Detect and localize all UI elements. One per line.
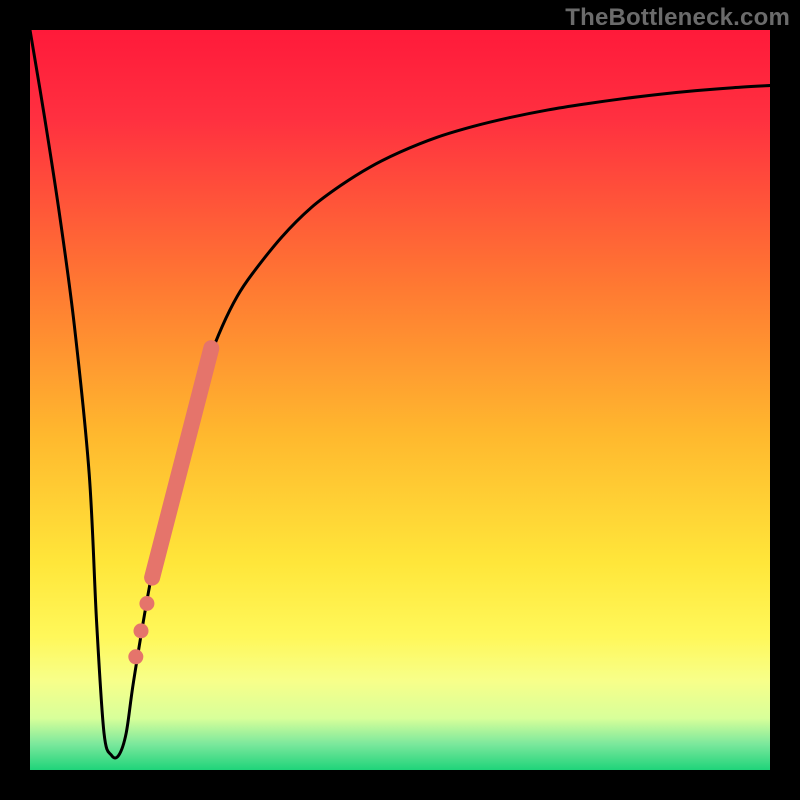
watermark-text: TheBottleneck.com [565,4,790,32]
chart-frame: TheBottleneck.com [0,0,800,800]
highlight-dot [139,596,154,611]
plot-svg [30,30,770,770]
plot-area [30,30,770,770]
highlight-dot [128,649,143,664]
highlight-dot [134,623,149,638]
